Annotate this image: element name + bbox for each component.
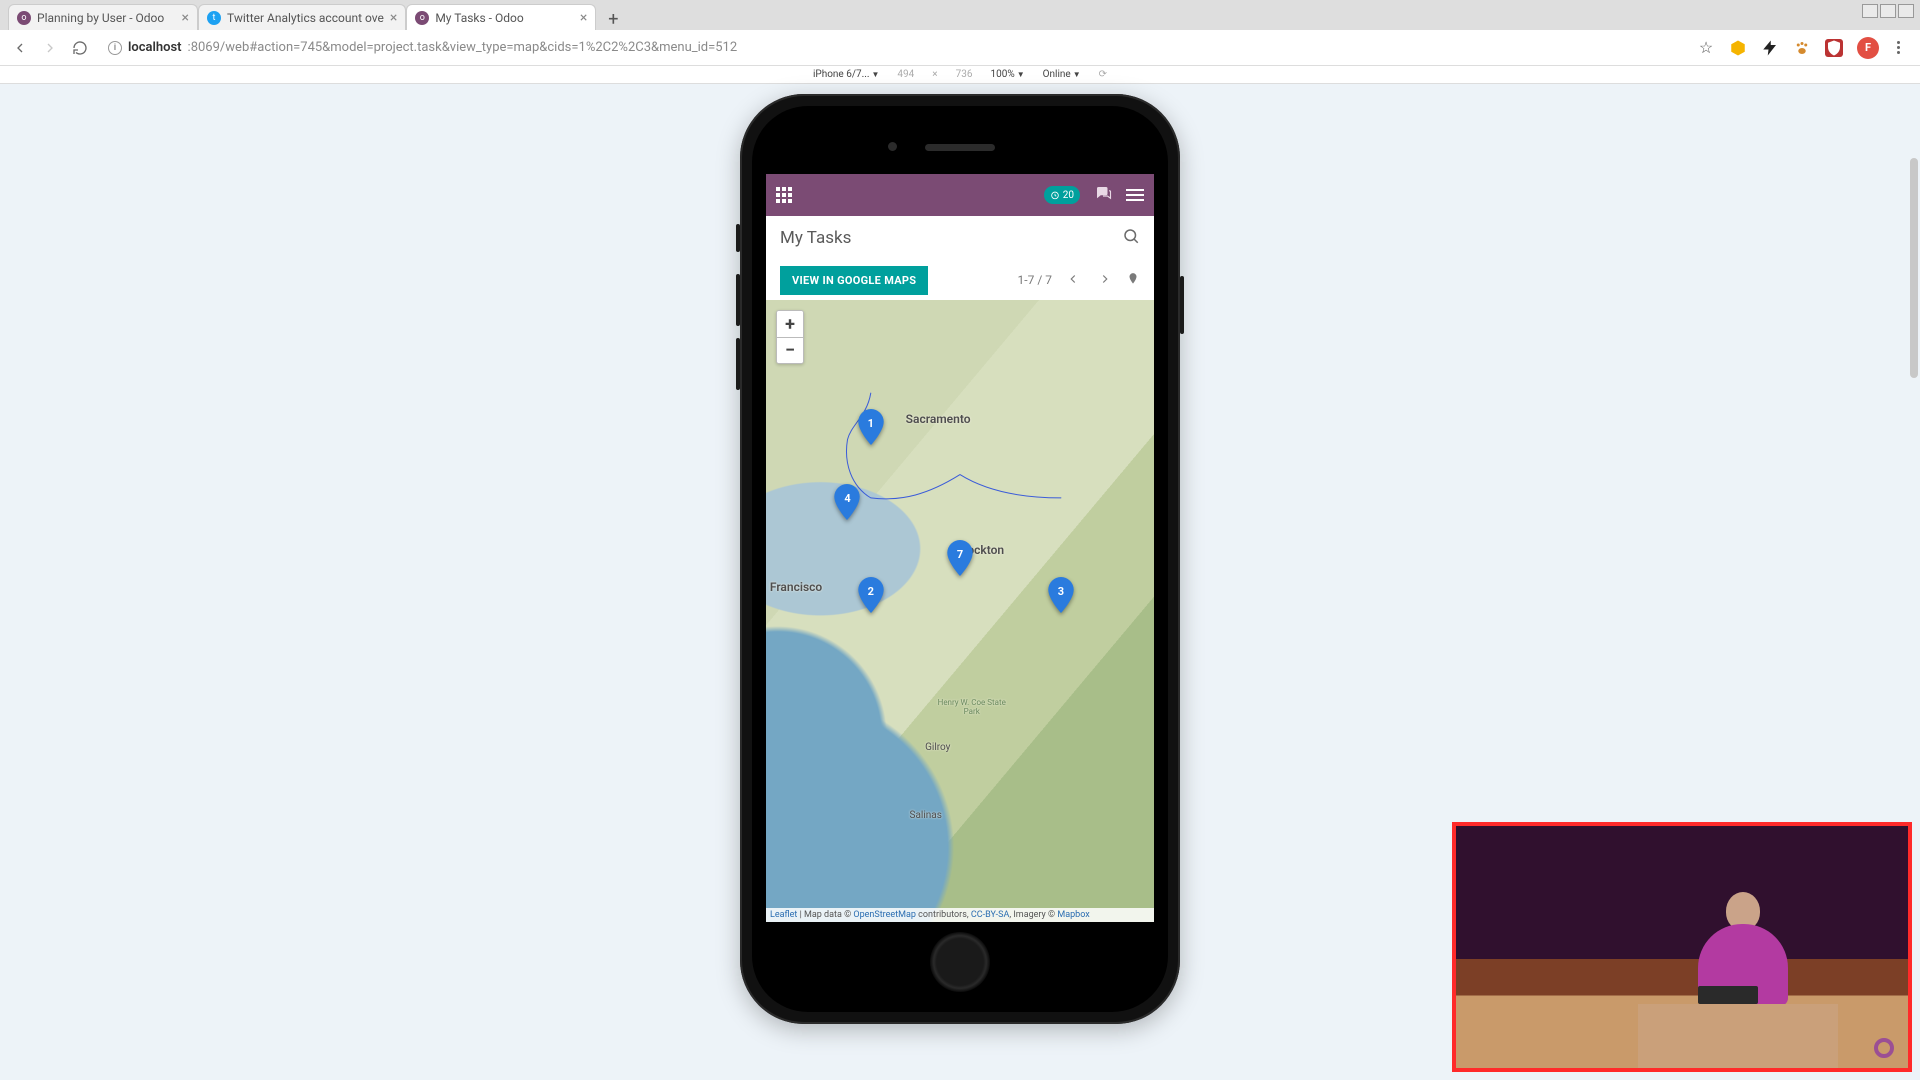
map-label-henrycoe: Henry W. Coe State Park xyxy=(937,698,1007,716)
devtools-device-bar: iPhone 6/7...▼ 494 × 736 100%▼ Online▼ ⟳ xyxy=(0,66,1920,84)
reload-button[interactable] xyxy=(70,38,90,58)
map-pin[interactable]: 2 xyxy=(858,577,884,617)
phone-frame: 20 My Tasks xyxy=(740,94,1180,1024)
presenter-pip xyxy=(1452,822,1912,1072)
badge-count: 20 xyxy=(1063,190,1074,201)
hamburger-menu-icon[interactable] xyxy=(1126,189,1144,201)
url-host: localhost xyxy=(128,40,182,55)
browser-menu-button[interactable] xyxy=(1893,41,1904,54)
device-select[interactable]: iPhone 6/7...▼ xyxy=(813,69,879,80)
cc-link[interactable]: CC-BY-SA xyxy=(971,910,1009,920)
url-path: :8069/web#action=745&model=project.task&… xyxy=(188,40,738,55)
zoom-select[interactable]: 100%▼ xyxy=(991,69,1025,80)
window-close-button[interactable] xyxy=(1898,4,1914,18)
twitter-favicon-icon: t xyxy=(207,11,221,25)
browser-tab[interactable]: t Twitter Analytics account ove × xyxy=(198,4,406,30)
phone-screen: 20 My Tasks xyxy=(766,174,1154,922)
map-view[interactable]: Sacramento Stockton Francisco Gilroy Sal… xyxy=(766,300,1154,922)
map-label-gilroy: Gilroy xyxy=(925,742,950,753)
page-title: My Tasks xyxy=(780,228,851,248)
map-pin[interactable]: 4 xyxy=(834,484,860,524)
window-controls xyxy=(1862,4,1914,18)
pin-number: 7 xyxy=(957,548,963,561)
front-camera-icon xyxy=(888,142,897,151)
search-icon[interactable] xyxy=(1122,227,1140,250)
network-select[interactable]: Online▼ xyxy=(1043,69,1081,80)
messaging-icon[interactable] xyxy=(1094,184,1112,206)
pin-number: 2 xyxy=(868,585,874,598)
close-icon[interactable]: × xyxy=(580,11,587,25)
profile-avatar[interactable]: F xyxy=(1857,37,1879,59)
location-pin-icon[interactable] xyxy=(1126,271,1140,290)
tab-title: Planning by User - Odoo xyxy=(37,11,164,25)
tab-title: My Tasks - Odoo xyxy=(435,11,523,25)
laptop-icon xyxy=(1698,986,1758,1004)
leaflet-link[interactable]: Leaflet xyxy=(770,910,797,920)
zoom-in-button[interactable]: + xyxy=(777,311,803,337)
map-label-salinas: Salinas xyxy=(910,810,942,821)
browser-tab-active[interactable]: o My Tasks - Odoo × xyxy=(406,4,596,30)
view-googlemaps-button[interactable]: VIEW IN GOOGLE MAPS xyxy=(780,266,928,295)
close-icon[interactable]: × xyxy=(182,11,189,25)
new-tab-button[interactable]: + xyxy=(602,8,624,30)
podium xyxy=(1638,1004,1838,1068)
timer-badge[interactable]: 20 xyxy=(1044,186,1080,204)
forward-button[interactable] xyxy=(40,38,60,58)
close-icon[interactable]: × xyxy=(390,11,397,25)
browser-toolbar: i localhost :8069/web#action=745&model=pr… xyxy=(0,30,1920,66)
speaker-icon xyxy=(925,144,995,151)
address-bar[interactable]: i localhost :8069/web#action=745&model=pr… xyxy=(100,35,1687,61)
app-header: 20 xyxy=(766,174,1154,216)
pager-prev-button[interactable] xyxy=(1062,267,1084,294)
device-width[interactable]: 494 xyxy=(897,69,914,80)
map-attribution: Leaflet | Map data © OpenStreetMap contr… xyxy=(766,908,1154,922)
mute-switch xyxy=(736,224,740,252)
x-separator: × xyxy=(932,69,937,80)
pin-number: 4 xyxy=(844,492,850,505)
extension-group: ☆ F xyxy=(1697,37,1910,59)
back-button[interactable] xyxy=(10,38,30,58)
rotate-icon[interactable]: ⟳ xyxy=(1099,69,1107,80)
odoo-favicon-icon: o xyxy=(17,11,31,25)
home-button xyxy=(930,932,990,992)
browser-tab[interactable]: o Planning by User - Odoo × xyxy=(8,4,198,30)
page-titlebar: My Tasks xyxy=(766,216,1154,260)
zoom-out-button[interactable]: − xyxy=(777,337,803,363)
tab-title: Twitter Analytics account ove xyxy=(227,11,384,25)
window-maximize-button[interactable] xyxy=(1880,4,1896,18)
pager-text: 1-7 / 7 xyxy=(1018,273,1052,287)
route-line xyxy=(766,300,1154,688)
site-info-icon[interactable]: i xyxy=(108,41,122,55)
map-pin[interactable]: 3 xyxy=(1048,577,1074,617)
power-button xyxy=(1180,276,1184,334)
apps-icon[interactable] xyxy=(776,187,792,203)
adblock-extension-icon[interactable] xyxy=(1825,39,1843,57)
pin-number: 3 xyxy=(1058,585,1064,598)
star-icon[interactable]: ☆ xyxy=(1697,39,1715,57)
volume-up-button xyxy=(736,274,740,326)
paw-extension-icon[interactable] xyxy=(1793,39,1811,57)
map-pin[interactable]: 1 xyxy=(858,409,884,449)
zoom-control: + − xyxy=(776,310,804,364)
window-minimize-button[interactable] xyxy=(1862,4,1878,18)
pager-next-button[interactable] xyxy=(1094,267,1116,294)
bolt-extension-icon[interactable] xyxy=(1761,39,1779,57)
osm-link[interactable]: OpenStreetMap xyxy=(853,910,916,920)
browser-tabstrip: o Planning by User - Odoo × t Twitter An… xyxy=(0,0,1920,30)
device-height[interactable]: 736 xyxy=(956,69,973,80)
package-extension-icon[interactable] xyxy=(1729,39,1747,57)
mapbox-link[interactable]: Mapbox xyxy=(1057,910,1089,920)
odoo-favicon-icon: o xyxy=(415,11,429,25)
volume-down-button xyxy=(736,338,740,390)
vertical-scrollbar[interactable] xyxy=(1910,158,1918,378)
map-pin[interactable]: 7 xyxy=(947,540,973,580)
action-bar: VIEW IN GOOGLE MAPS 1-7 / 7 xyxy=(766,260,1154,300)
odoo-logo-icon xyxy=(1874,1038,1894,1058)
pin-number: 1 xyxy=(868,417,874,430)
